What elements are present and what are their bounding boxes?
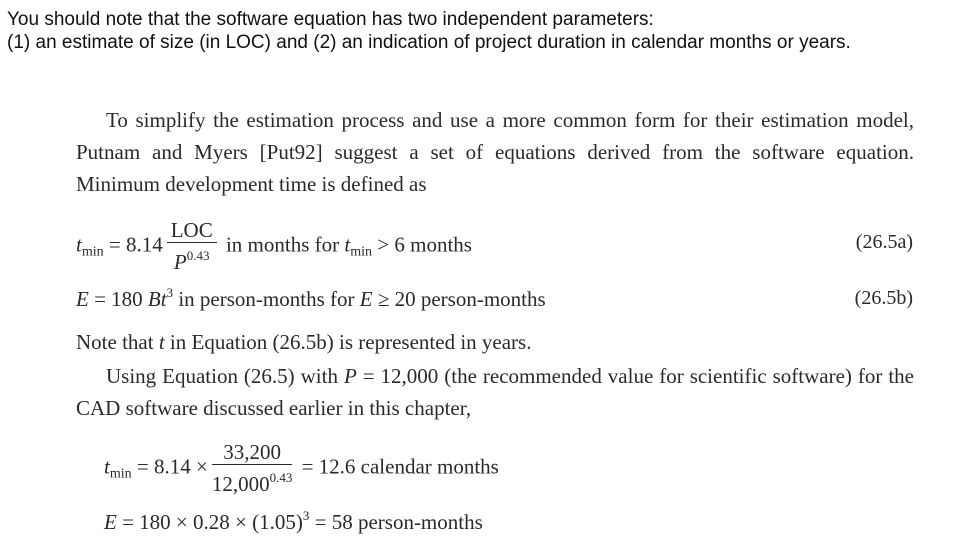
calculation-tmin: tmin = 8.14 × 33,200 12,0000.43 = 12.6 cal… — [104, 440, 499, 497]
condition-text: ≥ 20 person-months — [372, 287, 546, 311]
text: Note that — [76, 330, 159, 354]
sub-min: min — [109, 466, 132, 482]
fraction: 33,200 12,0000.43 — [211, 440, 293, 497]
var-p: P — [173, 250, 187, 274]
base: 12,000 — [211, 472, 270, 496]
var-e: E — [104, 510, 117, 534]
intro-text: You should note that the software equati… — [7, 8, 952, 54]
numerator: LOC — [166, 218, 217, 243]
paragraph-using: Using Equation (26.5) with P = 12,000 (t… — [76, 360, 914, 424]
condition-text: > 6 months — [372, 232, 472, 257]
equation-26-5b: E = 180 Bt3 in person-months for E ≥ 20 … — [76, 285, 546, 312]
denominator: 12,0000.43 — [212, 465, 293, 497]
exponent: 0.43 — [186, 248, 210, 263]
equation-26-5a: tmin = 8.14 LOC P0.43 in months for tmin >… — [76, 218, 472, 275]
result: = 12.6 calendar months — [301, 454, 499, 479]
paragraph-note: Note that t in Equation (26.5b) is repre… — [76, 326, 914, 358]
coefficient: = 180 — [88, 287, 148, 311]
fraction: LOC P0.43 — [166, 218, 217, 275]
equation-number-b: (26.5b) — [854, 287, 913, 309]
result: = 58 person-months — [309, 510, 483, 534]
expression: = 180 × 0.28 × (1.05) — [116, 510, 303, 534]
calculation-effort: E = 180 × 0.28 × (1.05)3 = 58 person-mon… — [104, 508, 483, 535]
equals-coefficient: = 8.14 — [108, 232, 163, 257]
var-e: E — [76, 287, 89, 311]
var-bt: Bt — [147, 287, 167, 311]
exponent: 0.43 — [269, 470, 293, 485]
intro-line-2: (1) an estimate of size (in LOC) and (2)… — [7, 32, 851, 53]
numerator: 33,200 — [211, 440, 293, 465]
sub-min: min — [81, 244, 104, 260]
equals-coefficient: = 8.14 × — [136, 454, 208, 479]
equation-number-a: (26.5a) — [855, 231, 913, 253]
denominator: P0.43 — [167, 243, 217, 275]
text: Using Equation (26.5) with — [106, 364, 344, 388]
sub-min: min — [350, 244, 373, 260]
var-e: E — [359, 287, 373, 311]
condition-text: in person-months for — [173, 287, 360, 311]
text: in Equation (26.5b) is represented in ye… — [164, 330, 532, 354]
paragraph-simplify: To simplify the estimation process and u… — [76, 108, 914, 196]
intro-line-1: You should note that the software equati… — [7, 9, 654, 30]
condition-text: in months for — [225, 232, 345, 257]
var-p: P — [343, 364, 357, 388]
